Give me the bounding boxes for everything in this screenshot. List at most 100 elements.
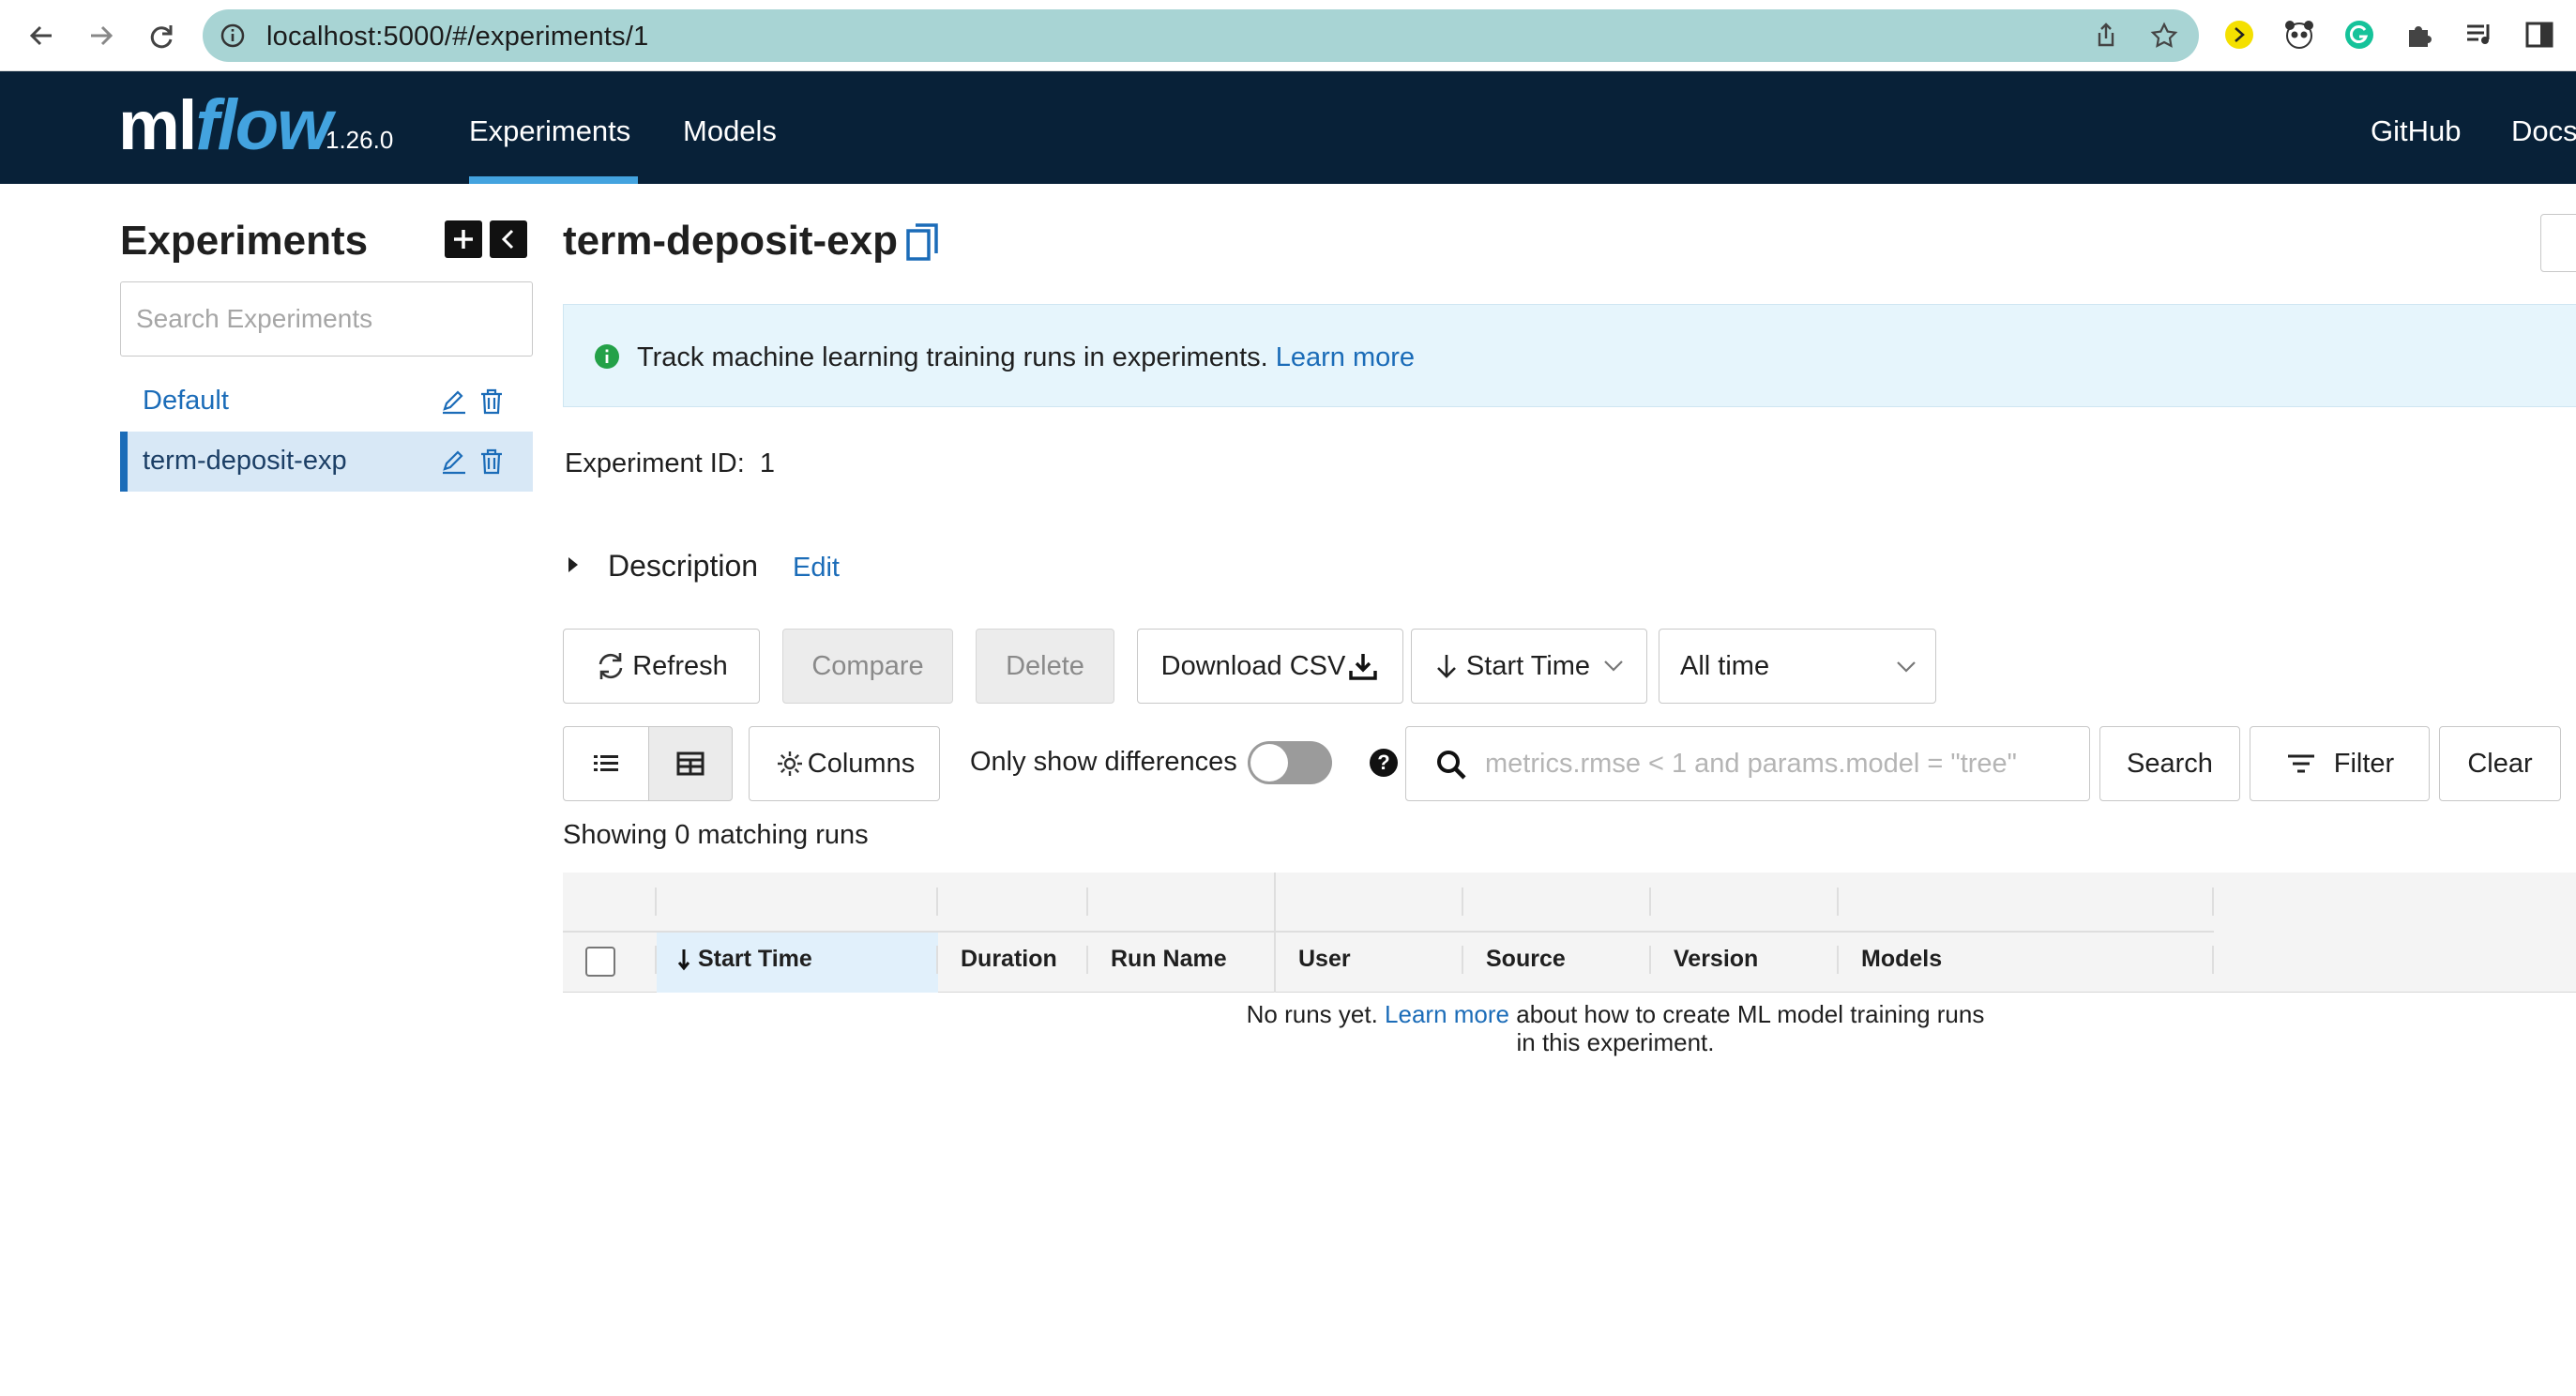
time-range-select[interactable]: All time — [1659, 629, 1936, 704]
column-divider — [1837, 888, 1839, 916]
add-experiment-button[interactable] — [445, 220, 482, 258]
sidebar-item-default[interactable]: Default — [120, 372, 533, 432]
column-divider — [1462, 946, 1463, 974]
search-button[interactable]: Search — [2099, 726, 2240, 801]
edit-pencil-icon[interactable] — [439, 447, 469, 477]
only-show-differences-label: Only show differences — [970, 747, 1237, 777]
edit-pencil-icon[interactable] — [439, 387, 469, 417]
column-divider — [1837, 946, 1839, 974]
chevron-down-icon — [1604, 660, 1623, 672]
chevron-left-icon — [501, 229, 514, 250]
bookmark-star-icon[interactable] — [2150, 22, 2178, 50]
only-show-differences-toggle[interactable] — [1248, 741, 1332, 784]
clear-button[interactable]: Clear — [2439, 726, 2561, 801]
runs-search-box — [1405, 726, 2090, 801]
column-divider — [1649, 946, 1651, 974]
filter-icon — [2287, 754, 2314, 773]
gear-icon — [777, 751, 802, 776]
column-header-user[interactable]: User — [1298, 946, 1351, 973]
empty-learn-more-link[interactable]: Learn more — [1385, 1000, 1509, 1028]
extension-panda-icon[interactable] — [2283, 19, 2315, 51]
compare-button[interactable]: Compare — [782, 629, 953, 704]
sidebar-item-term-deposit-exp[interactable]: term-deposit-exp — [120, 432, 533, 492]
info-banner: Track machine learning training runs in … — [563, 304, 2576, 407]
sort-by-select[interactable]: Start Time — [1411, 629, 1647, 704]
nav-models[interactable]: Models — [683, 114, 777, 148]
description-toggle[interactable]: Description — [608, 549, 758, 584]
page-title: term-deposit-exp — [563, 218, 898, 264]
extensions-puzzle-icon[interactable] — [2403, 19, 2435, 51]
column-header-models[interactable]: Models — [1861, 946, 1942, 973]
address-bar[interactable]: localhost:5000/#/experiments/1 — [203, 9, 2199, 62]
column-group-divider — [1274, 872, 1276, 993]
learn-more-link[interactable]: Learn more — [1276, 342, 1415, 372]
filter-button[interactable]: Filter — [2250, 726, 2430, 801]
matching-runs-count: Showing 0 matching runs — [563, 820, 869, 850]
column-divider — [655, 888, 657, 916]
url-text[interactable]: localhost:5000/#/experiments/1 — [266, 22, 648, 53]
trash-icon[interactable] — [477, 387, 507, 417]
plus-icon — [454, 230, 473, 249]
runs-table-header: Start Time Duration Run Name User Source… — [563, 872, 2576, 993]
help-icon[interactable]: ? — [1370, 749, 1398, 777]
column-divider — [1649, 888, 1651, 916]
column-divider — [1462, 888, 1463, 916]
reload-icon[interactable] — [143, 17, 180, 54]
share-icon[interactable] — [2092, 22, 2120, 50]
grid-view-button[interactable] — [648, 726, 733, 801]
extension-grammarly-icon[interactable] — [2343, 19, 2375, 51]
table-view-icon — [676, 751, 705, 776]
column-header-run-name[interactable]: Run Name — [1111, 946, 1227, 973]
browser-toolbar: localhost:5000/#/experiments/1 — [0, 0, 2576, 71]
back-arrow-icon[interactable] — [23, 17, 60, 54]
column-header-duration[interactable]: Duration — [961, 946, 1057, 973]
list-view-icon — [594, 755, 618, 771]
nav-github[interactable]: GitHub — [2371, 114, 2461, 148]
forward-arrow-icon[interactable] — [83, 17, 120, 54]
description-edit-link[interactable]: Edit — [793, 553, 840, 584]
side-panel-icon[interactable] — [2523, 19, 2555, 51]
column-divider — [2212, 888, 2214, 916]
mlflow-logo[interactable]: mlflow — [118, 84, 332, 166]
app-header: mlflow 1.26.0 Experiments Models GitHub … — [0, 71, 2576, 184]
list-view-button[interactable] — [563, 726, 649, 801]
columns-button[interactable]: Columns — [749, 726, 940, 801]
trash-icon[interactable] — [477, 447, 507, 477]
column-divider — [936, 888, 938, 916]
column-divider — [2212, 946, 2214, 974]
nav-active-indicator — [469, 176, 638, 184]
info-banner-text: Track machine learning training runs in … — [637, 342, 1268, 372]
runs-search-input[interactable] — [1485, 742, 2067, 785]
refresh-icon — [599, 653, 623, 679]
site-info-icon[interactable] — [220, 23, 246, 49]
nav-experiments[interactable]: Experiments — [469, 114, 630, 148]
download-csv-button[interactable]: Download CSV — [1137, 629, 1403, 704]
column-header-start-time[interactable]: Start Time — [698, 946, 812, 973]
sidebar-item-label[interactable]: term-deposit-exp — [143, 446, 347, 477]
sort-desc-arrow-icon — [677, 949, 690, 971]
column-divider — [1086, 946, 1088, 974]
copy-icon[interactable] — [904, 221, 942, 265]
search-icon — [1437, 751, 1466, 780]
column-divider — [1086, 888, 1088, 916]
chevron-down-icon — [1897, 661, 1916, 673]
experiment-id-label: Experiment ID: — [565, 448, 745, 478]
media-playlist-icon[interactable] — [2463, 19, 2495, 51]
column-divider — [655, 946, 657, 974]
refresh-button[interactable]: Refresh — [563, 629, 760, 704]
info-icon — [595, 344, 619, 369]
search-experiments-input[interactable] — [120, 281, 533, 357]
select-all-checkbox[interactable] — [585, 947, 615, 977]
arrow-down-icon — [1437, 655, 1456, 678]
sidebar-item-label[interactable]: Default — [143, 386, 229, 417]
extension-yellow-icon[interactable] — [2223, 19, 2255, 51]
collapse-sidebar-button[interactable] — [490, 220, 527, 258]
share-button[interactable] — [2540, 214, 2576, 272]
column-header-source[interactable]: Source — [1486, 946, 1566, 973]
empty-runs-message: No runs yet. Learn more about how to cre… — [1246, 1000, 1985, 1056]
experiment-id-value: 1 — [759, 448, 776, 478]
nav-docs[interactable]: Docs — [2511, 114, 2576, 148]
caret-right-icon[interactable] — [567, 555, 580, 574]
delete-button[interactable]: Delete — [976, 629, 1114, 704]
column-header-version[interactable]: Version — [1674, 946, 1758, 973]
